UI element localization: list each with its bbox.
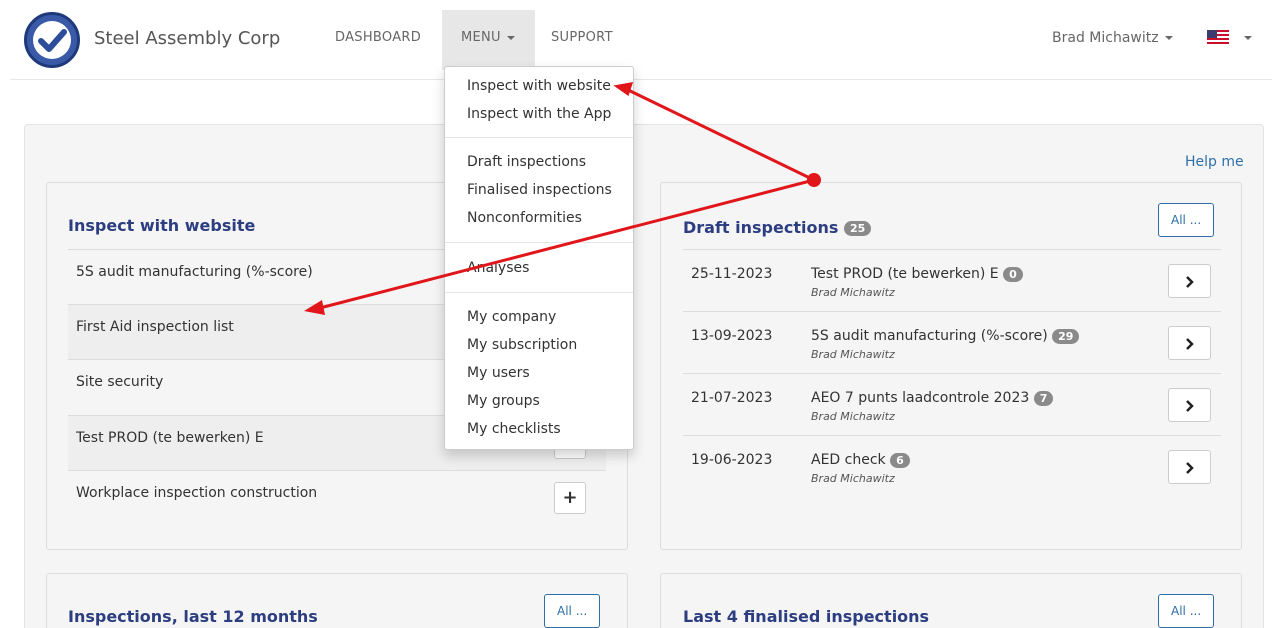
arrowhead-icon	[304, 300, 325, 315]
arrowhead-icon	[613, 81, 634, 96]
annotation-dot	[807, 173, 821, 187]
annotation-arrow-line	[623, 86, 815, 182]
annotation-arrow-line	[315, 178, 815, 311]
annotation-arrows	[304, 81, 821, 315]
